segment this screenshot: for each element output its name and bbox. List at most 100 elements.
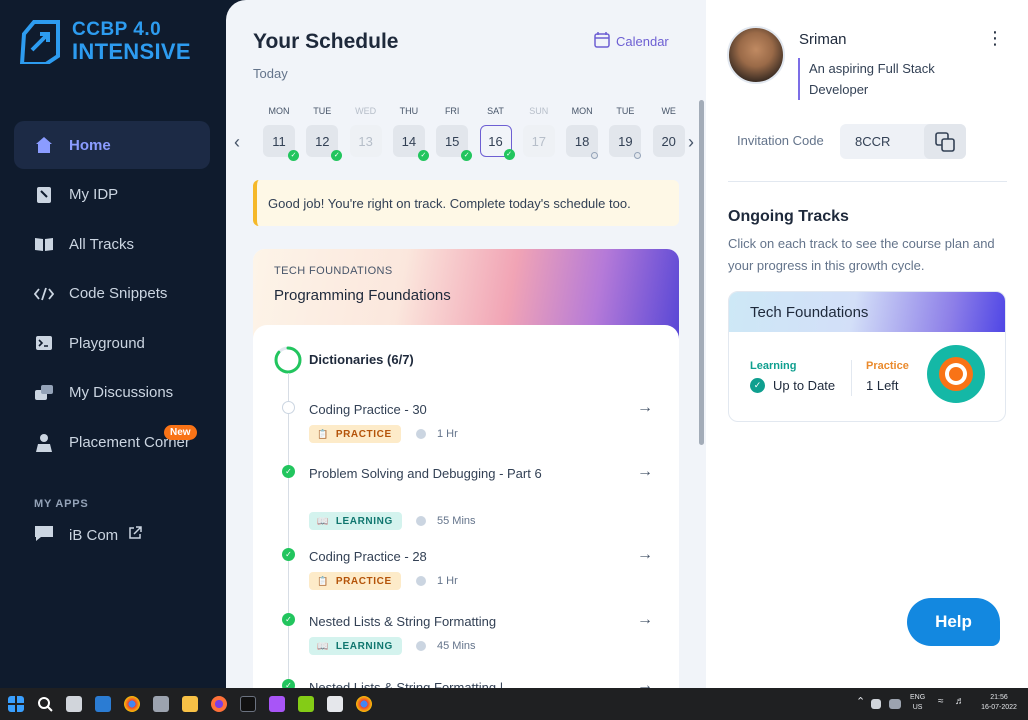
- check-icon: ✓: [461, 150, 473, 161]
- tray-app-icon[interactable]: [871, 699, 881, 709]
- arrow-right-icon[interactable]: →: [637, 399, 653, 417]
- task-item[interactable]: Coding Practice - 30 → 📋 PRACTICE 1 Hr: [253, 399, 679, 459]
- day-name: TUE: [313, 106, 332, 116]
- terminal-app-icon[interactable]: [240, 696, 256, 712]
- duration-text: 1 Hr: [437, 575, 458, 587]
- arrow-right-icon[interactable]: →: [637, 611, 653, 629]
- calculator-icon[interactable]: [153, 696, 169, 712]
- day-17[interactable]: SUN 17: [522, 106, 555, 157]
- check-icon: ✓: [417, 150, 429, 161]
- day-18[interactable]: MON 18: [566, 106, 599, 159]
- chrome-icon[interactable]: [124, 696, 140, 712]
- task-item[interactable]: ✓ Coding Practice - 28 → 📋 PRACTICE 1 Hr: [253, 546, 679, 606]
- task-type-badge: 📋 PRACTICE: [309, 425, 401, 443]
- windows-taskbar: ⌃ ENG US ≈ ♬ 21:56 16-07-2022: [0, 688, 1028, 720]
- clipboard-icon: 📋: [317, 575, 329, 586]
- sidebar-item-my-discussions[interactable]: My Discussions: [14, 369, 210, 417]
- copy-icon: [935, 131, 955, 152]
- copy-button[interactable]: [924, 124, 966, 159]
- keyboard-icon[interactable]: [889, 699, 901, 709]
- day-15[interactable]: FRI 15 ✓: [436, 106, 473, 161]
- brand-logo[interactable]: CCBP 4.0 INTENSIVE: [18, 18, 191, 66]
- calendar-link[interactable]: Calendar: [594, 32, 669, 51]
- day-19[interactable]: TUE 19: [609, 106, 642, 159]
- sidebar-item-my-idp[interactable]: My IDP: [14, 171, 210, 219]
- sidebar-item-home[interactable]: Home: [14, 121, 210, 169]
- sidebar: CCBP 4.0 INTENSIVE Home My IDP All Track…: [0, 0, 226, 688]
- external-link-icon: [128, 526, 142, 544]
- day-box: 14 ✓: [392, 125, 429, 161]
- check-icon: ✓: [503, 149, 515, 160]
- task-item[interactable]: ✓ Nested Lists & String Formatting → 📖 LEARN…: [253, 611, 679, 671]
- firefox-icon[interactable]: [211, 696, 227, 712]
- ongoing-track-card[interactable]: Tech Foundations Learning ✓ Up to Date P…: [728, 291, 1006, 422]
- day-16[interactable]: SAT 16 ✓: [479, 106, 515, 160]
- track-category: TECH FOUNDATIONS: [274, 265, 393, 277]
- task-item[interactable]: ✓ Problem Solving and Debugging - Part 6 →…: [253, 463, 679, 530]
- mail-icon[interactable]: [95, 696, 111, 712]
- invitation-code: 8CCR: [855, 134, 891, 149]
- day-name: TUE: [616, 106, 635, 116]
- placement-icon: [34, 433, 54, 453]
- day-13[interactable]: WED 13: [349, 106, 382, 157]
- search-icon[interactable]: [37, 696, 53, 712]
- sidebar-item-playground[interactable]: Playground: [14, 319, 210, 367]
- day-14[interactable]: THU 14 ✓: [392, 106, 429, 161]
- sidebar-item-label: My IDP: [69, 186, 119, 204]
- task-duration: 55 Mins: [416, 515, 476, 527]
- tray-chevron-icon[interactable]: ⌃: [856, 697, 865, 708]
- file-explorer-icon[interactable]: [182, 696, 198, 712]
- task-type: PRACTICE: [335, 428, 392, 440]
- progress-notice: Good job! You're right on track. Complet…: [253, 180, 679, 226]
- arrow-right-icon[interactable]: →: [637, 463, 653, 481]
- task-type: PRACTICE: [335, 575, 392, 587]
- track-course: Programming Foundations: [274, 287, 451, 304]
- wifi-icon[interactable]: ≈: [938, 697, 944, 707]
- more-options-icon[interactable]: ⋮: [986, 28, 1004, 49]
- task-view-icon[interactable]: [66, 696, 82, 712]
- sidebar-item-placement-corner[interactable]: Placement Corner New: [14, 419, 210, 467]
- prev-week-icon[interactable]: ‹: [234, 132, 240, 153]
- clock[interactable]: 21:56 16-07-2022: [976, 693, 1022, 713]
- help-button[interactable]: Help: [907, 598, 1000, 646]
- user-bio: An aspiring Full Stack Developer: [798, 58, 978, 100]
- sidebar-item-label: Playground: [69, 334, 145, 352]
- discussion-icon: [34, 383, 54, 403]
- sidebar-item-all-tracks[interactable]: All Tracks: [14, 220, 210, 268]
- task-item[interactable]: ✓ Nested Lists & String Formatting | →: [253, 677, 679, 688]
- divider: [728, 181, 1007, 182]
- chat-icon: [34, 524, 54, 546]
- check-icon: ✓: [288, 150, 299, 161]
- avatar[interactable]: [727, 26, 785, 84]
- day-11[interactable]: MON 11 ✓: [263, 106, 299, 161]
- ongoing-description: Click on each track to see the course pl…: [728, 236, 995, 273]
- book-icon: [34, 234, 54, 254]
- app-icon[interactable]: [298, 696, 314, 712]
- language-indicator[interactable]: ENG US: [910, 693, 925, 713]
- day-12[interactable]: TUE 12 ✓: [306, 106, 343, 161]
- network-app-icon[interactable]: [269, 696, 285, 712]
- volume-icon[interactable]: ♬: [955, 697, 965, 707]
- app-item-ib-com[interactable]: iB Com: [34, 524, 142, 546]
- check-icon: ✓: [331, 150, 343, 161]
- next-week-icon[interactable]: ›: [688, 132, 694, 153]
- sidebar-nav: Home My IDP All Tracks Code Snippets Pla…: [14, 121, 210, 468]
- my-apps-title: MY APPS: [34, 498, 89, 510]
- sidebar-item-code-snippets[interactable]: Code Snippets: [14, 270, 210, 318]
- day-20[interactable]: WE 20: [652, 106, 685, 157]
- chrome-active-icon[interactable]: [356, 696, 372, 712]
- arrow-right-icon[interactable]: →: [637, 677, 653, 688]
- arrow-right-icon[interactable]: →: [637, 546, 653, 564]
- ongoing-title: Ongoing Tracks: [728, 208, 849, 225]
- snipping-tool-icon[interactable]: [327, 696, 343, 712]
- day-number: 20: [661, 133, 676, 149]
- task-type-badge: 📋 PRACTICE: [309, 572, 401, 590]
- day-box: 15 ✓: [436, 125, 473, 161]
- module-title: Dictionaries (6/7): [309, 352, 414, 367]
- schedule-scrollbar[interactable]: [699, 100, 704, 445]
- profile-panel: Sriman An aspiring Full Stack Developer …: [706, 0, 1028, 688]
- windows-start-icon[interactable]: [8, 696, 24, 712]
- clipboard-icon: 📋: [317, 428, 329, 439]
- brand-line2: INTENSIVE: [72, 39, 191, 64]
- task-type: LEARNING: [335, 515, 393, 527]
